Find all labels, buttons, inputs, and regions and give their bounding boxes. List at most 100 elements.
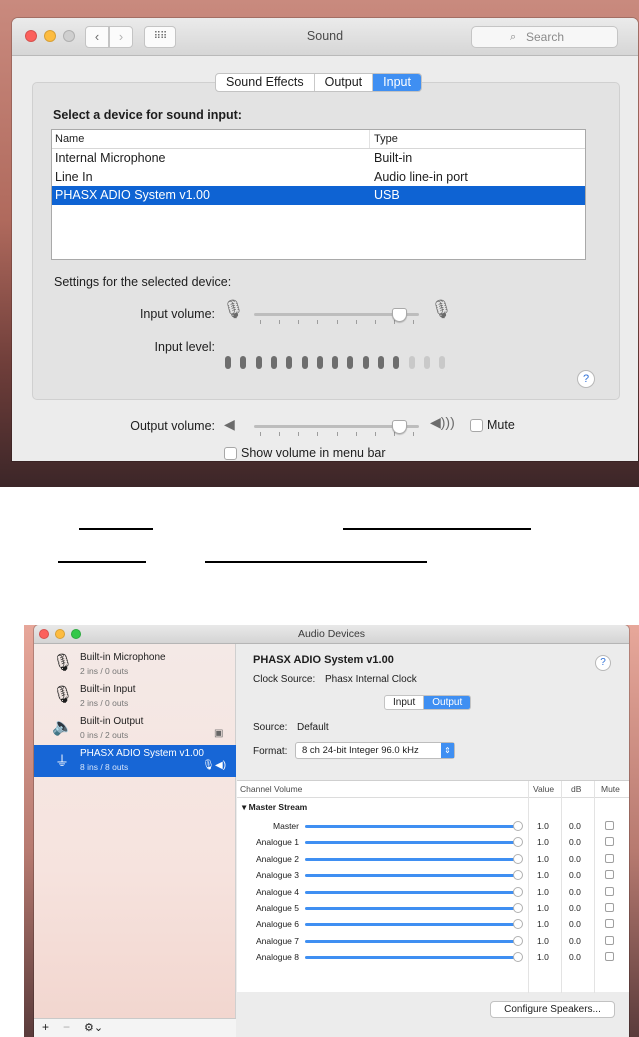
channel-volume-slider[interactable] — [305, 841, 519, 845]
tab-output[interactable]: Output — [424, 696, 471, 709]
channel-name: Analogue 6 — [255, 919, 299, 930]
channel-db: 0.0 — [569, 837, 581, 848]
microphone-high-icon: 🎙 — [430, 299, 453, 319]
tab-sound-effects[interactable]: Sound Effects — [216, 74, 315, 91]
column-header-name[interactable]: Name — [52, 130, 370, 148]
channel-volume-thumb[interactable] — [513, 870, 523, 881]
level-bar — [240, 356, 247, 369]
level-bar — [255, 356, 262, 369]
channel-mute-checkbox[interactable] — [605, 821, 614, 830]
zoom-window-button[interactable] — [71, 629, 81, 639]
help-button[interactable]: ? — [595, 655, 611, 671]
channel-volume-slider[interactable] — [305, 956, 519, 960]
channel-volume-slider[interactable] — [305, 890, 519, 894]
channel-name: Analogue 2 — [255, 853, 299, 864]
device-item-built-in-microphone[interactable]: 🎙 Built-in Microphone 2 ins / 0 outs — [34, 649, 236, 681]
microphone-icon: 🎙 — [52, 685, 74, 704]
disclosure-triangle-icon[interactable]: ▾ — [242, 802, 246, 812]
channel-db: 0.0 — [569, 886, 581, 897]
channel-volume-thumb[interactable] — [513, 853, 523, 864]
clock-source-value[interactable]: Phasx Internal Clock — [325, 674, 417, 685]
slider-tick — [413, 432, 414, 436]
format-select[interactable]: 8 ch 24-bit Integer 96.0 kHz ⇕ — [295, 742, 455, 759]
slider-tick — [413, 320, 414, 324]
channel-mute-checkbox[interactable] — [605, 870, 614, 880]
channel-mute-checkbox[interactable] — [605, 853, 614, 863]
column-header-mute: Mute — [601, 784, 620, 794]
channel-volume-thumb[interactable] — [513, 919, 523, 930]
channel-mute-checkbox[interactable] — [605, 952, 614, 962]
channel-db: 0.0 — [569, 919, 581, 930]
help-icon: ? — [582, 373, 590, 385]
channel-row: Analogue 8 1.0 0.0 — [237, 949, 629, 965]
add-device-button[interactable]: + — [42, 1020, 49, 1034]
channel-mute-checkbox[interactable] — [605, 919, 614, 929]
input-volume-label: Input volume: — [139, 307, 215, 321]
channel-name: Master — [273, 821, 299, 831]
mute-checkbox[interactable] — [470, 419, 483, 432]
format-label: Format: — [253, 746, 288, 757]
table-row-selected[interactable]: PHASX ADIO System v1.00 USB — [52, 186, 585, 205]
channel-name: Analogue 5 — [255, 903, 299, 913]
help-button[interactable]: ? — [577, 370, 595, 388]
table-row[interactable]: Internal Microphone Built-in — [52, 149, 585, 168]
tab-input[interactable]: Input — [385, 696, 425, 709]
channel-volume-slider[interactable] — [305, 907, 519, 910]
tab-bar: Sound Effects Output Input — [215, 73, 422, 92]
source-value: Default — [297, 722, 329, 733]
channel-mute-checkbox[interactable] — [605, 903, 614, 912]
device-item-built-in-input[interactable]: 🎙 Built-in Input 2 ins / 0 outs — [34, 681, 236, 713]
menu-bar-checkbox[interactable] — [224, 447, 237, 460]
channel-volume-thumb[interactable] — [513, 903, 523, 913]
gear-icon[interactable]: ⚙⌄ — [84, 1021, 103, 1034]
audio-devices-backdrop: Audio Devices 🎙 Built-in Microphone 2 in… — [24, 625, 639, 1037]
column-header-type[interactable]: Type — [370, 130, 398, 148]
channel-name: Analogue 3 — [255, 870, 299, 881]
device-type: USB — [374, 188, 400, 202]
tab-input[interactable]: Input — [373, 74, 421, 91]
channel-volume-slider[interactable] — [305, 939, 519, 943]
sound-preferences-window: ‹ › ⠿⠿ Sound ⌕ Search Sound Effects Outp… — [12, 18, 638, 461]
search-icon: ⌕ — [510, 31, 517, 43]
channel-mute-checkbox[interactable] — [605, 886, 614, 896]
group-row[interactable]: ▾ Master Stream — [242, 802, 307, 813]
channel-volume-thumb[interactable] — [513, 886, 523, 897]
remove-device-button[interactable]: − — [63, 1020, 70, 1034]
channel-volume-thumb[interactable] — [513, 952, 523, 963]
device-item-phasx-adio[interactable]: ⏚ PHASX ADIO System v1.00 8 ins / 8 outs… — [34, 745, 236, 777]
channel-volume-slider[interactable] — [305, 923, 519, 927]
device-io: 2 ins / 0 outs — [80, 666, 129, 676]
channel-volume-thumb[interactable] — [513, 935, 523, 946]
output-volume-thumb[interactable] — [392, 420, 408, 434]
channel-db: 0.0 — [569, 853, 581, 864]
close-window-button[interactable] — [39, 629, 49, 639]
channel-mute-checkbox[interactable] — [605, 837, 614, 847]
table-row[interactable]: Line In Audio line-in port — [52, 168, 585, 187]
select-arrows-icon: ⇕ — [441, 743, 454, 758]
channel-volume-slider[interactable] — [305, 874, 519, 878]
device-item-built-in-output[interactable]: 🔈 Built-in Output 0 ins / 2 outs ▣ — [34, 713, 236, 745]
audio-devices-window: Audio Devices 🎙 Built-in Microphone 2 in… — [34, 625, 629, 1037]
minimize-window-button[interactable] — [55, 629, 65, 639]
channel-name: Analogue 7 — [255, 935, 299, 946]
channel-volume-thumb[interactable] — [513, 821, 523, 831]
tab-output[interactable]: Output — [315, 74, 374, 91]
channel-volume-thumb[interactable] — [513, 837, 523, 848]
search-field[interactable]: ⌕ Search — [471, 26, 618, 48]
device-io: 2 ins / 0 outs — [80, 698, 129, 708]
device-type: Built-in — [374, 151, 413, 165]
channel-value: 1.0 — [537, 853, 549, 864]
device-table[interactable]: Name Type Internal Microphone Built-in L… — [51, 129, 586, 260]
level-bar — [378, 356, 384, 369]
channel-volume-slider[interactable] — [305, 825, 519, 828]
channel-volume-slider[interactable] — [305, 857, 519, 861]
help-icon: ? — [600, 657, 606, 668]
device-name: PHASX ADIO System v1.00 — [55, 188, 210, 202]
device-name: Built-in Input — [80, 684, 136, 695]
slider-tick — [260, 320, 261, 324]
channel-row: Analogue 6 1.0 0.0 — [237, 916, 629, 932]
sidebar-toolbar: + − ⚙⌄ — [34, 1018, 236, 1037]
configure-speakers-button[interactable]: Configure Speakers... — [490, 1001, 615, 1018]
slider-tick — [336, 432, 338, 436]
channel-mute-checkbox[interactable] — [605, 935, 614, 945]
